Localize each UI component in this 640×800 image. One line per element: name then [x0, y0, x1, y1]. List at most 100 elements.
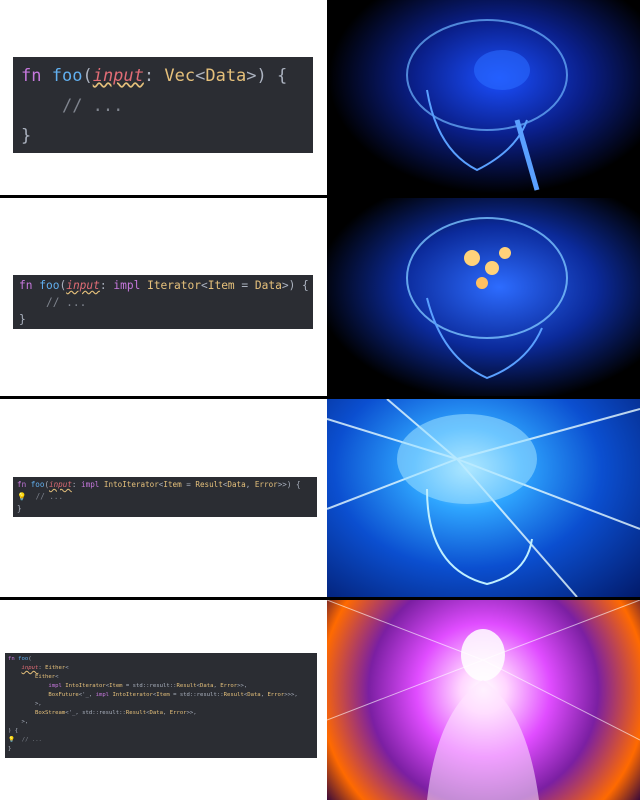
code-line: input: Either< — [8, 664, 314, 673]
code-token: Data — [205, 66, 247, 86]
code-token: foo — [51, 66, 83, 86]
code-token: // ... — [61, 96, 124, 116]
code-line: fn foo(input: impl IntoIterator<Item = R… — [17, 479, 313, 491]
code-token: impl — [48, 683, 62, 689]
code-line: fn foo( — [8, 655, 314, 664]
code-line: BoxFuture<'_, impl IntoIterator<Item = s… — [8, 691, 314, 700]
code-line: } — [17, 503, 313, 515]
code-token: } — [8, 746, 12, 752]
code-token: Data — [149, 710, 163, 716]
code-token: // ... — [21, 737, 42, 743]
code-token: >) { — [281, 279, 309, 292]
code-snippet-2: fn foo(input: impl Iterator<Item = Data>… — [13, 275, 313, 329]
code-token: >) { — [246, 66, 288, 86]
code-token: < — [195, 66, 206, 86]
meme-row-3: fn foo(input: impl IntoIterator<Item = R… — [0, 399, 640, 597]
code-token: } — [21, 126, 32, 146]
code-token: input — [92, 66, 144, 86]
code-token: >, — [8, 701, 42, 707]
code-token: >>, — [237, 683, 248, 689]
code-token: ) { — [8, 728, 19, 734]
code-token: Data — [247, 692, 261, 698]
code-snippet-1: fn foo(input: Vec<Data>) { // ...} — [13, 57, 313, 153]
code-line: 💡 // ... — [17, 491, 313, 503]
code-token: input — [49, 480, 72, 489]
code-line: 💡 // ... — [8, 736, 314, 745]
code-panel-3-area: fn foo(input: impl IntoIterator<Item = R… — [0, 399, 327, 597]
code-token: >>>, — [284, 692, 298, 698]
code-token: <'_, std::result:: — [65, 710, 126, 716]
code-line: Either< — [8, 673, 314, 682]
code-token: IntoIterator — [103, 480, 159, 489]
code-token: input — [66, 279, 100, 292]
code-token: fn — [8, 656, 15, 662]
code-token: < — [65, 665, 69, 671]
code-line: ) { — [8, 727, 314, 736]
code-token: Either — [34, 674, 56, 680]
code-token: >, — [8, 719, 29, 725]
code-panel-4-area: fn foo( input: Either< Either< impl Into… — [0, 600, 327, 800]
code-token: < — [55, 674, 59, 680]
code-line: } — [19, 311, 307, 328]
code-token: Item — [163, 480, 182, 489]
code-token: foo — [18, 656, 29, 662]
code-token: : — [143, 66, 165, 86]
code-token: Error — [220, 683, 238, 689]
code-token: IntoIterator — [65, 683, 106, 689]
code-token: // ... — [45, 296, 87, 309]
code-token: ( — [82, 66, 93, 86]
code-snippet-3: fn foo(input: impl IntoIterator<Item = R… — [13, 477, 317, 517]
code-token: <'_, — [78, 692, 96, 698]
code-token: Item — [109, 683, 123, 689]
code-token: = std::result:: — [122, 683, 177, 689]
code-line: } — [21, 121, 305, 151]
code-token: , — [245, 480, 255, 489]
code-token: BoxStream — [34, 710, 66, 716]
code-token: fn — [21, 66, 42, 86]
code-token: : — [99, 279, 114, 292]
code-token: Result — [176, 683, 197, 689]
code-token: Data — [200, 683, 214, 689]
code-token: foo — [30, 480, 45, 489]
brain-image-1 — [327, 0, 640, 195]
code-token: fn — [19, 279, 33, 292]
code-line: fn foo(input: impl Iterator<Item = Data>… — [19, 277, 309, 294]
code-line: impl IntoIterator<Item = std::result::Re… — [8, 682, 314, 691]
code-line: BoxStream<'_, std::result::Result<Data, … — [8, 709, 314, 718]
code-token: IntoIterator — [112, 692, 153, 698]
code-token: Data — [227, 480, 246, 489]
code-line: >, — [8, 718, 314, 727]
code-token: // ... — [35, 492, 64, 501]
code-token: Item — [207, 279, 235, 292]
code-line: // ... — [21, 91, 305, 121]
code-token: impl — [95, 692, 110, 698]
code-token: : — [71, 480, 82, 489]
code-token: } — [17, 504, 22, 513]
code-panel-2-area: fn foo(input: impl Iterator<Item = Data>… — [0, 198, 327, 396]
code-token: Result — [195, 480, 223, 489]
brain-image-3 — [327, 399, 640, 597]
code-token: Error — [169, 710, 187, 716]
code-token: input — [21, 665, 39, 671]
code-token: Data — [254, 279, 282, 292]
code-line: } — [8, 745, 314, 754]
code-line: >, — [8, 700, 314, 709]
meme-row-4: fn foo( input: Either< Either< impl Into… — [0, 600, 640, 800]
code-token: Error — [267, 692, 285, 698]
code-line: // ... — [19, 294, 307, 311]
code-token: impl — [113, 279, 141, 292]
brain-image-2 — [327, 198, 640, 396]
code-token: = — [181, 480, 196, 489]
code-panel-1-area: fn foo(input: Vec<Data>) { // ...} — [0, 0, 327, 195]
code-token: , — [162, 710, 170, 716]
code-token: = — [234, 279, 255, 292]
